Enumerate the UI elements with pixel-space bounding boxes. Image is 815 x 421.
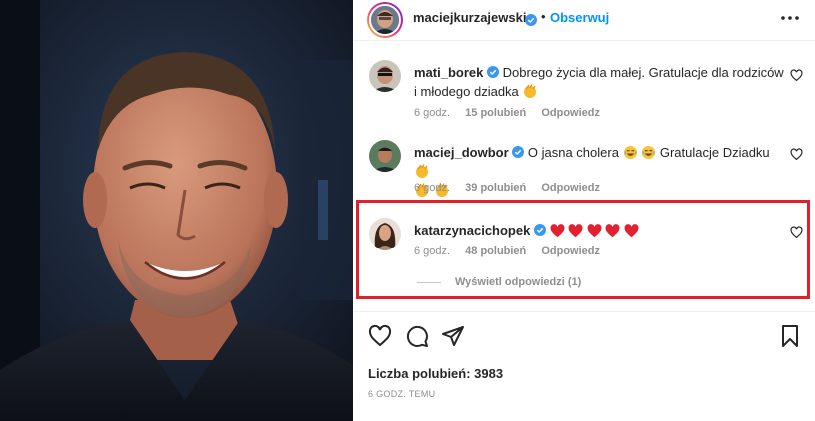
follow-button[interactable]: Obserwuj [550,10,609,25]
separator-dot: • [541,9,546,24]
comment-meta: 6 godz. 39 polubień Odpowiedz [414,182,612,194]
laugh-emoji [623,145,637,160]
heart-icon[interactable] [790,69,803,82]
bookmark-icon[interactable] [778,324,802,348]
view-replies-label: Wyświetl odpowiedzi (1) [455,276,582,288]
likes-count[interactable]: Liczba polubień: 3983 [368,366,503,381]
verified-icon [525,12,537,30]
verified-icon [487,66,499,78]
comment-text: katarzynacichopek [414,221,784,240]
commenter-username[interactable]: katarzynacichopek [414,223,530,238]
heart-icon[interactable] [368,324,392,348]
post-photo [0,0,353,421]
commenter-avatar[interactable] [369,60,401,92]
more-icon[interactable] [778,8,802,28]
comment-likes[interactable]: 39 polubień [465,182,526,194]
comment-item: mati_borek Dobrego życia dla małej. Grat… [353,60,815,120]
red-heart-emoji [587,224,602,238]
post-header: maciejkurzajewski • Obserwuj [353,0,815,40]
post-time: 6 GODZ. TEMU [368,389,436,399]
verified-icon [533,224,546,236]
red-heart-emoji [624,224,639,238]
heart-icon[interactable] [790,226,803,239]
view-replies-button[interactable]: Wyświetl odpowiedzi (1) [417,276,581,288]
share-icon[interactable] [441,324,465,348]
comment-time: 6 godz. [414,182,451,194]
red-heart-emoji [568,224,583,238]
post-panel: maciejkurzajewski • Obserwuj mati_borek … [353,0,815,421]
comment-item: maciej_dowbor O jasna cholera Gratulacje… [353,140,815,200]
reply-button[interactable]: Odpowiedz [541,107,600,119]
commenter-username[interactable]: mati_borek [414,65,483,80]
red-heart-emoji [550,224,565,238]
comment-time: 6 godz. [414,107,451,119]
comment-time: 6 godz. [414,245,451,257]
author-username[interactable]: maciejkurzajewski [413,10,526,25]
header-divider [353,40,815,41]
comment-likes[interactable]: 48 polubień [465,245,526,257]
clap-emoji [524,84,537,98]
comment-likes[interactable]: 15 polubień [465,107,526,119]
comment-text: mati_borek Dobrego życia dla małej. Grat… [414,63,784,101]
red-heart-emoji [606,224,620,238]
commenter-avatar[interactable] [369,218,401,250]
comment-meta: 6 godz. 48 polubień Odpowiedz [414,245,612,257]
commenter-username[interactable]: maciej_dowbor [414,145,509,160]
comment-body-2: Gratulacje Dziadku [659,145,770,160]
commenter-avatar[interactable] [369,140,401,172]
actions-divider [353,311,815,312]
replies-line [417,281,441,283]
comment-body: O jasna cholera [527,145,619,160]
laugh-emoji [642,145,656,160]
author-avatar[interactable] [367,2,403,38]
comment-meta: 6 godz. 15 polubień Odpowiedz [414,107,612,119]
reply-button[interactable]: Odpowiedz [541,182,600,194]
comment-icon[interactable] [405,324,429,348]
reply-button[interactable]: Odpowiedz [541,245,600,257]
verified-icon [512,146,525,158]
action-bar [353,324,815,352]
heart-icon[interactable] [790,148,803,161]
clap-emoji [416,164,428,178]
